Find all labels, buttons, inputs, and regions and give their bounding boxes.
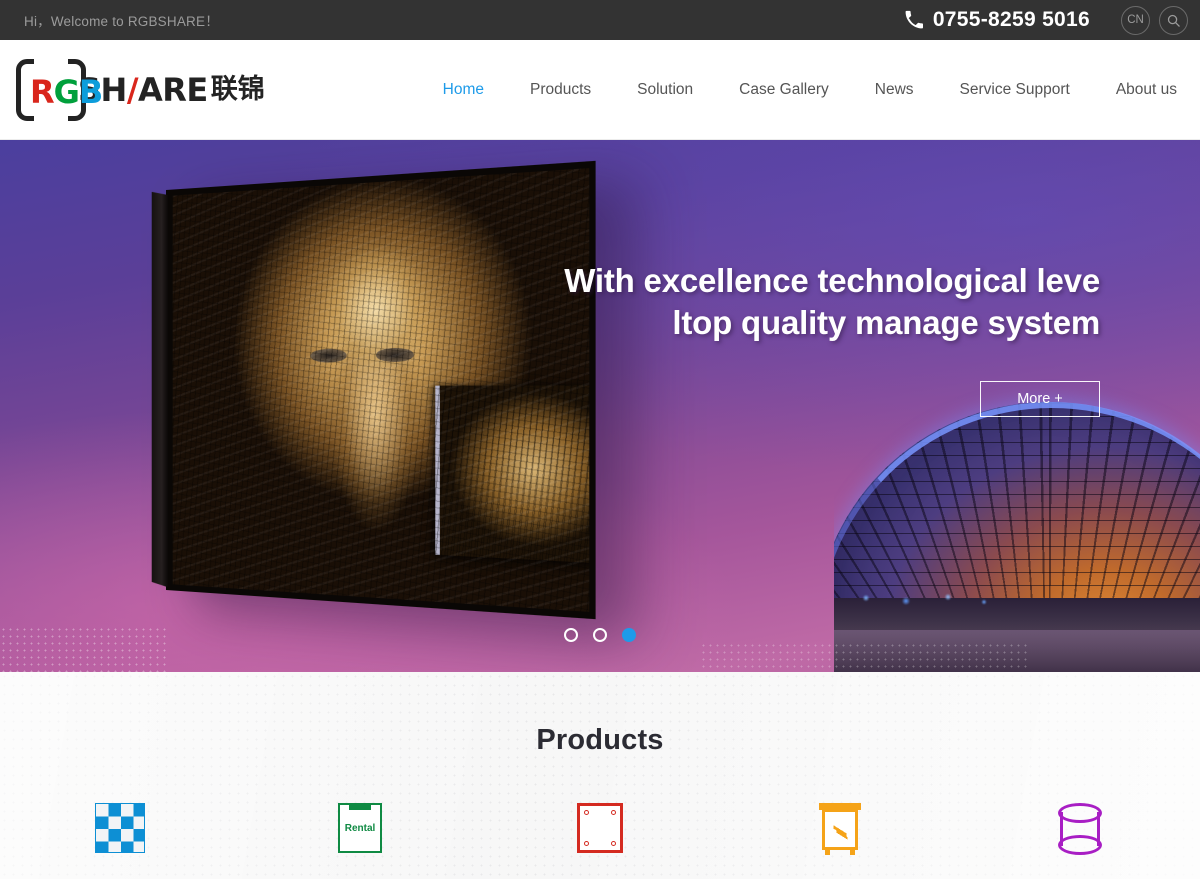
products-section-title: Products xyxy=(536,724,664,756)
logo-letter-b: B xyxy=(78,72,103,111)
logo-letter-r: R xyxy=(30,72,55,111)
hero-headline-line-1: With excellence technological leve xyxy=(564,262,1100,299)
nav-item-about-us[interactable]: About us xyxy=(1093,81,1200,99)
logo-share-right: ARE xyxy=(138,70,208,109)
carousel-pagination xyxy=(0,628,1200,642)
top-bar-right-group: 0755-8259 5016 CN xyxy=(904,5,1188,35)
logo-chinese-name: 联锦 xyxy=(210,74,265,105)
led-panel-side-edge xyxy=(151,191,168,588)
nav-item-home[interactable]: Home xyxy=(420,81,507,99)
fixed-panel-icon xyxy=(577,803,623,853)
hero-carousel: With excellence technological leve ltop … xyxy=(0,140,1200,672)
logo-letter-g: G xyxy=(53,72,80,111)
led-portrait-eye-left xyxy=(310,348,347,363)
product-item-power-cabinet[interactable] xyxy=(720,803,960,855)
logo-bracket-icon: RGB xyxy=(16,56,103,123)
hero-more-button[interactable]: More + xyxy=(980,381,1100,418)
phone-block: 0755-8259 5016 xyxy=(904,8,1090,32)
led-panel-screen xyxy=(172,168,590,612)
search-button[interactable] xyxy=(1159,5,1188,35)
phone-icon xyxy=(904,10,924,30)
nav-item-solution[interactable]: Solution xyxy=(614,81,716,99)
rental-icon-label: Rental xyxy=(344,822,376,834)
main-navigation: Home Products Solution Case Gallery News… xyxy=(420,81,1200,99)
cylinder-display-icon xyxy=(1058,803,1102,855)
phone-number[interactable]: 0755-8259 5016 xyxy=(933,8,1090,32)
hero-dot-texture-right xyxy=(700,642,1030,672)
product-item-checkerboard[interactable] xyxy=(0,803,240,855)
search-icon xyxy=(1167,14,1180,27)
rental-screen-icon: Rental xyxy=(338,803,382,853)
led-portrait-eye-right xyxy=(375,347,414,362)
power-cabinet-icon xyxy=(819,803,861,855)
carousel-dot-3[interactable] xyxy=(622,628,636,642)
checkerboard-panel-icon xyxy=(95,803,145,853)
dome-blue-lights xyxy=(844,588,1014,614)
hero-headline-line-2: ltop quality manage system xyxy=(672,303,1100,341)
carousel-dot-2[interactable] xyxy=(593,628,607,642)
hero-headline: With excellence technological leve ltop … xyxy=(556,260,1100,343)
site-logo[interactable]: RGB SH/ARE 联锦 xyxy=(16,56,265,123)
rental-icon-handle xyxy=(349,805,371,810)
logo-rgb-letters: RGB xyxy=(30,72,103,111)
product-item-cylinder[interactable] xyxy=(960,803,1200,855)
product-icon-row: Rental xyxy=(0,803,1200,855)
top-bar: Hi，Welcome to RGBSHARE！ 0755-8259 5016 C… xyxy=(0,0,1200,40)
nav-item-news[interactable]: News xyxy=(852,81,937,99)
nav-item-service-support[interactable]: Service Support xyxy=(937,81,1093,99)
logo-share-slash: / xyxy=(126,70,139,109)
product-item-fixed-panel[interactable] xyxy=(480,803,720,855)
nav-item-products[interactable]: Products xyxy=(507,81,614,99)
product-item-rental[interactable]: Rental xyxy=(240,803,480,855)
nav-item-case-gallery[interactable]: Case Gallery xyxy=(716,81,852,99)
hero-led-display-image xyxy=(151,160,596,620)
led-screen-portrait xyxy=(286,235,471,562)
welcome-message: Hi，Welcome to RGBSHARE！ xyxy=(24,14,219,29)
products-section: Products Rental xyxy=(0,672,1200,879)
language-switch-button[interactable]: CN xyxy=(1121,5,1150,35)
hero-copy-block: With excellence technological leve ltop … xyxy=(556,260,1100,418)
carousel-dot-1[interactable] xyxy=(564,628,578,642)
site-header: RGB SH/ARE 联锦 Home Products Solution Cas… xyxy=(0,40,1200,140)
